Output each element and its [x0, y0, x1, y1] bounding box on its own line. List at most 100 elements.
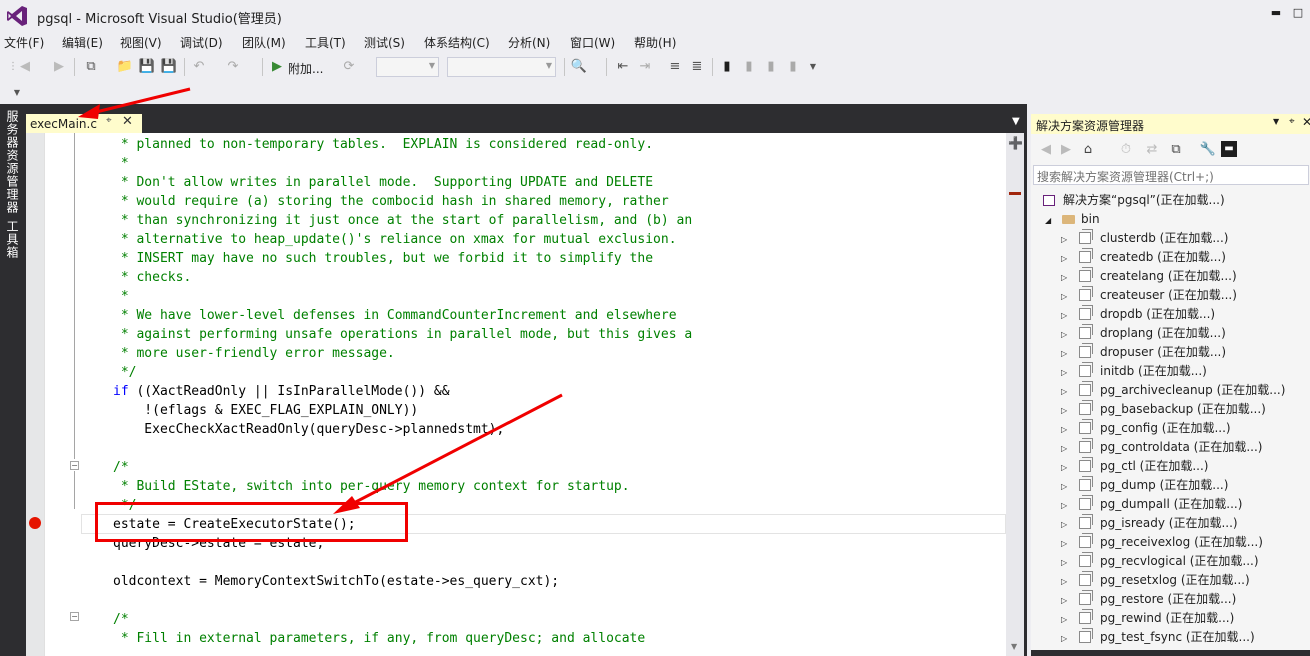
collapsed-arrow-icon[interactable]: ▷	[1061, 230, 1067, 249]
collapsed-arrow-icon[interactable]: ▷	[1061, 572, 1067, 591]
preview-icon[interactable]: ▬	[1221, 141, 1237, 157]
expanded-arrow-icon[interactable]: ◢	[1045, 211, 1051, 230]
home-icon[interactable]: ⌂	[1079, 141, 1097, 159]
collapsed-arrow-icon[interactable]: ▷	[1061, 515, 1067, 534]
prev-bookmark-icon[interactable]: ▮	[740, 58, 758, 76]
tab-title: execMain.c	[30, 116, 97, 131]
bookmark-icon[interactable]: ▮	[718, 58, 736, 76]
solution-search-input[interactable]: 搜索解决方案资源管理器(Ctrl+;)	[1033, 165, 1309, 185]
tab-overflow-icon[interactable]: ▼	[1012, 116, 1020, 127]
close-icon[interactable]: ✕	[122, 114, 133, 129]
find-in-files-icon[interactable]: 🔍	[570, 58, 588, 76]
collapsed-arrow-icon[interactable]: ▷	[1061, 325, 1067, 344]
menu-test[interactable]: 测试(S)	[364, 34, 405, 51]
server-explorer-tab[interactable]: 服务器资源管理器	[4, 110, 21, 214]
menu-architecture[interactable]: 体系结构(C)	[424, 34, 490, 51]
clear-bookmarks-icon[interactable]: ▮	[784, 58, 802, 76]
indicator-margin[interactable]	[26, 133, 44, 656]
margin-divider	[44, 133, 45, 656]
configuration-combo[interactable]: ▼	[376, 57, 439, 77]
back-icon[interactable]: ◀	[16, 58, 34, 76]
collapsed-arrow-icon[interactable]: ▷	[1061, 306, 1067, 325]
close-icon[interactable]: ✕	[1302, 115, 1310, 129]
split-icon[interactable]: ➕	[1008, 136, 1023, 150]
collapse-all-icon[interactable]: ⧉	[1167, 141, 1185, 159]
collapsed-arrow-icon[interactable]: ▷	[1061, 382, 1067, 401]
code-line: !(eflags & EXEC_FLAG_EXPLAIN_ONLY))	[113, 403, 419, 418]
collapsed-arrow-icon[interactable]: ▷	[1061, 420, 1067, 439]
fold-toggle-icon[interactable]: −	[70, 612, 79, 621]
indent-icon[interactable]: ⇥	[636, 58, 654, 76]
menu-edit[interactable]: 编辑(E)	[62, 34, 103, 51]
menu-tools[interactable]: 工具(T)	[305, 34, 346, 51]
save-all-icon[interactable]: 💾	[160, 58, 178, 76]
project-icon	[1079, 609, 1093, 624]
collapsed-arrow-icon[interactable]: ▷	[1061, 458, 1067, 477]
start-debug-icon[interactable]: ▶	[268, 58, 286, 76]
collapsed-arrow-icon[interactable]: ▷	[1061, 610, 1067, 629]
menu-help[interactable]: 帮助(H)	[634, 34, 676, 51]
menu-window[interactable]: 窗口(W)	[570, 34, 615, 51]
redo-icon[interactable]: ↷	[224, 58, 242, 76]
project-icon	[1079, 457, 1093, 472]
outdent-icon[interactable]: ⇤	[614, 58, 632, 76]
pin-icon[interactable]: ⌖	[106, 115, 112, 126]
collapsed-arrow-icon[interactable]: ▷	[1061, 439, 1067, 458]
collapsed-arrow-icon[interactable]: ▷	[1061, 629, 1067, 648]
open-file-icon[interactable]: 📁	[116, 58, 134, 76]
menu-debug[interactable]: 调试(D)	[180, 34, 223, 51]
next-bookmark-icon[interactable]: ▮	[762, 58, 780, 76]
scroll-down-icon[interactable]: ▼	[1011, 642, 1017, 651]
properties-icon[interactable]: 🔧	[1199, 141, 1217, 159]
menu-team[interactable]: 团队(M)	[242, 34, 286, 51]
outline-guide	[74, 133, 75, 459]
sync-icon[interactable]: ⇄	[1143, 141, 1161, 159]
undo-icon[interactable]: ↶	[190, 58, 208, 76]
code-line: * than synchronizing it just once at the…	[113, 213, 693, 228]
attach-button[interactable]: 附加...	[288, 60, 323, 77]
collapsed-arrow-icon[interactable]: ▷	[1061, 268, 1067, 287]
collapsed-arrow-icon[interactable]: ▷	[1061, 344, 1067, 363]
project-label: pg_config (正在加载...)	[1100, 421, 1231, 435]
new-project-icon[interactable]: ⧉	[82, 58, 100, 76]
collapsed-arrow-icon[interactable]: ▷	[1061, 249, 1067, 268]
pending-changes-icon[interactable]: ⏱	[1117, 141, 1135, 159]
collapsed-arrow-icon[interactable]: ▷	[1061, 363, 1067, 382]
uncomment-icon[interactable]: ≣	[688, 58, 706, 76]
code-line: oldcontext = MemoryContextSwitchTo(estat…	[113, 574, 560, 589]
comment-icon[interactable]: ≡	[666, 58, 684, 76]
forward-icon[interactable]: ▶	[1057, 141, 1075, 159]
forward-icon[interactable]: ▶	[50, 58, 68, 76]
project-icon	[1079, 514, 1093, 529]
save-icon[interactable]: 💾	[138, 58, 156, 76]
collapsed-arrow-icon[interactable]: ▷	[1061, 591, 1067, 610]
breakpoint-icon[interactable]	[29, 517, 41, 529]
project-icon	[1079, 400, 1093, 415]
toolbar-overflow-icon[interactable]: ▼	[804, 58, 822, 76]
outline-guide	[74, 471, 75, 509]
collapsed-arrow-icon[interactable]: ▷	[1061, 477, 1067, 496]
collapsed-arrow-icon[interactable]: ▷	[1061, 553, 1067, 572]
platform-combo[interactable]: ▼	[447, 57, 556, 77]
back-icon[interactable]: ◀	[1037, 141, 1055, 159]
fold-toggle-icon[interactable]: −	[70, 461, 79, 470]
code-line: * more user-friendly error message.	[113, 346, 395, 361]
collapsed-arrow-icon[interactable]: ▷	[1061, 287, 1067, 306]
toolbox-tab[interactable]: 工具箱	[4, 220, 21, 259]
menu-file[interactable]: 文件(F)	[4, 34, 44, 51]
window-title: pgsql - Microsoft Visual Studio(管理员)	[37, 12, 282, 27]
toolbar-overflow-icon[interactable]: ▼	[8, 84, 26, 102]
dropdown-icon[interactable]: ▼	[1273, 117, 1279, 126]
pin-icon[interactable]: ⌖	[1289, 116, 1295, 127]
collapsed-arrow-icon[interactable]: ▷	[1061, 496, 1067, 515]
refresh-icon[interactable]: ⟳	[340, 58, 358, 76]
collapsed-arrow-icon[interactable]: ▷	[1061, 534, 1067, 553]
menu-analyze[interactable]: 分析(N)	[508, 34, 550, 51]
menu-view[interactable]: 视图(V)	[120, 34, 162, 51]
code-line: /*	[113, 612, 129, 627]
editor-scrollbar[interactable]	[1006, 133, 1024, 656]
tab-execmain[interactable]: execMain.c ⌖ ✕	[26, 114, 142, 133]
collapsed-arrow-icon[interactable]: ▷	[1061, 401, 1067, 420]
minimize-button[interactable]: ▬	[1266, 4, 1286, 24]
maximize-button[interactable]: □	[1288, 4, 1308, 24]
